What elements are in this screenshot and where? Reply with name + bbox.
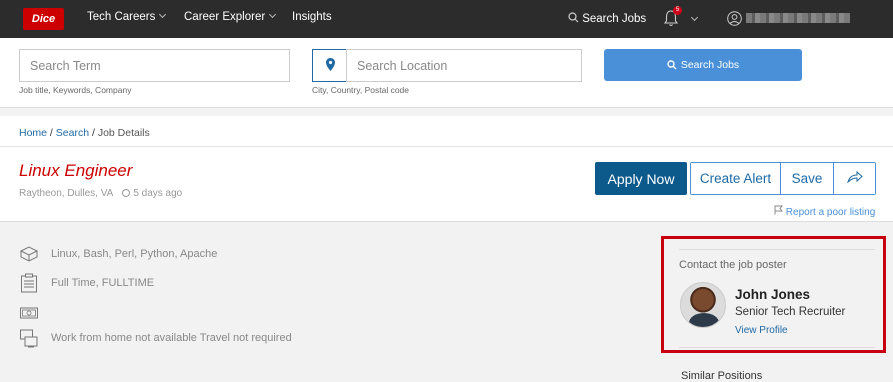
save-button[interactable]: Save xyxy=(781,163,834,194)
view-profile-link[interactable]: View Profile xyxy=(735,325,788,336)
top-navigation-bar: Dice Tech Careers Career Explorer Insigh… xyxy=(0,0,893,38)
salary-row xyxy=(19,306,51,320)
search-location-field[interactable] xyxy=(346,49,582,82)
job-title: Linux Engineer xyxy=(19,161,133,180)
search-jobs-button[interactable]: Search Jobs xyxy=(604,49,802,81)
notification-badge: 5 xyxy=(673,6,682,15)
skills-row: Linux, Bash, Perl, Python, Apache xyxy=(19,245,217,262)
company-location: Raytheon, Dulles, VA xyxy=(19,188,114,199)
breadcrumb-separator: / xyxy=(47,127,56,139)
job-header: Linux Engineer Raytheon, Dulles, VA 5 day… xyxy=(0,147,893,222)
money-bill-icon xyxy=(20,307,38,319)
nav-career-explorer[interactable]: Career Explorer xyxy=(184,10,277,23)
nav-search-jobs[interactable]: Search Jobs xyxy=(568,11,646,25)
remote-travel-row: Work from home not available Travel not … xyxy=(19,328,292,348)
posted-date: 5 days ago xyxy=(133,188,183,199)
apply-now-button[interactable]: Apply Now xyxy=(595,162,687,195)
search-term-input[interactable] xyxy=(20,50,289,81)
flag-icon xyxy=(774,205,784,215)
skills-box-icon xyxy=(19,246,39,262)
search-location-hint: City, Country, Postal code xyxy=(312,85,410,95)
employment-type-row: Full Time, FULLTIME xyxy=(19,273,154,293)
create-alert-button[interactable]: Create Alert xyxy=(691,163,781,194)
nav-search-jobs-label: Search Jobs xyxy=(582,13,647,25)
job-actions: Create Alert Save xyxy=(690,162,876,195)
recruiter-avatar xyxy=(680,282,726,328)
chevron-down-icon[interactable] xyxy=(690,13,699,22)
employment-type-text: Full Time, FULLTIME xyxy=(51,277,155,289)
recruiter-name: John Jones xyxy=(735,287,811,302)
breadcrumb-separator: / xyxy=(89,127,98,139)
clock-icon xyxy=(122,189,131,197)
divider xyxy=(679,347,875,348)
breadcrumb-current: Job Details xyxy=(97,127,150,139)
user-avatar-icon[interactable] xyxy=(727,11,742,26)
similar-positions-heading: Similar Positions xyxy=(681,370,763,382)
breadcrumb-search[interactable]: Search xyxy=(56,127,89,139)
search-icon xyxy=(568,12,579,23)
contact-job-poster-card: Contact the job poster John Jones Senior… xyxy=(661,236,886,353)
breadcrumb: Home / Search / Job Details xyxy=(0,116,893,147)
report-poor-listing-link[interactable]: Report a poor listing xyxy=(774,205,875,218)
nav-career-explorer-label: Career Explorer xyxy=(184,11,266,23)
search-term-hint: Job title, Keywords, Company xyxy=(19,85,132,95)
nav-tech-careers[interactable]: Tech Careers xyxy=(87,10,167,23)
share-button[interactable] xyxy=(834,163,875,194)
location-pin-button[interactable] xyxy=(312,49,347,82)
search-term-field[interactable] xyxy=(19,49,290,82)
computer-icon xyxy=(20,329,38,348)
share-icon xyxy=(846,170,863,184)
clipboard-icon xyxy=(21,273,37,293)
recruiter-title: Senior Tech Recruiter xyxy=(735,306,846,318)
breadcrumb-home[interactable]: Home xyxy=(19,127,47,139)
contact-label: Contact the job poster xyxy=(679,259,787,271)
search-icon xyxy=(667,60,677,70)
job-meta: Raytheon, Dulles, VA 5 days ago xyxy=(19,188,182,199)
skills-text: Linux, Bash, Perl, Python, Apache xyxy=(51,247,218,260)
divider xyxy=(679,249,875,250)
chevron-down-icon xyxy=(269,10,277,19)
map-pin-icon xyxy=(326,58,335,71)
search-jobs-button-label: Search Jobs xyxy=(680,59,740,71)
job-search-bar: Job title, Keywords, Company City, Count… xyxy=(0,38,893,108)
user-name-redacted[interactable] xyxy=(746,13,850,23)
search-location-input[interactable] xyxy=(347,50,581,81)
chevron-down-icon xyxy=(159,10,167,19)
remote-travel-text: Work from home not available Travel not … xyxy=(51,332,292,344)
dice-logo[interactable]: Dice xyxy=(23,8,64,30)
nav-tech-careers-label: Tech Careers xyxy=(87,11,156,23)
nav-insights[interactable]: Insights xyxy=(292,11,332,23)
report-poor-listing-label: Report a poor listing xyxy=(785,207,876,218)
